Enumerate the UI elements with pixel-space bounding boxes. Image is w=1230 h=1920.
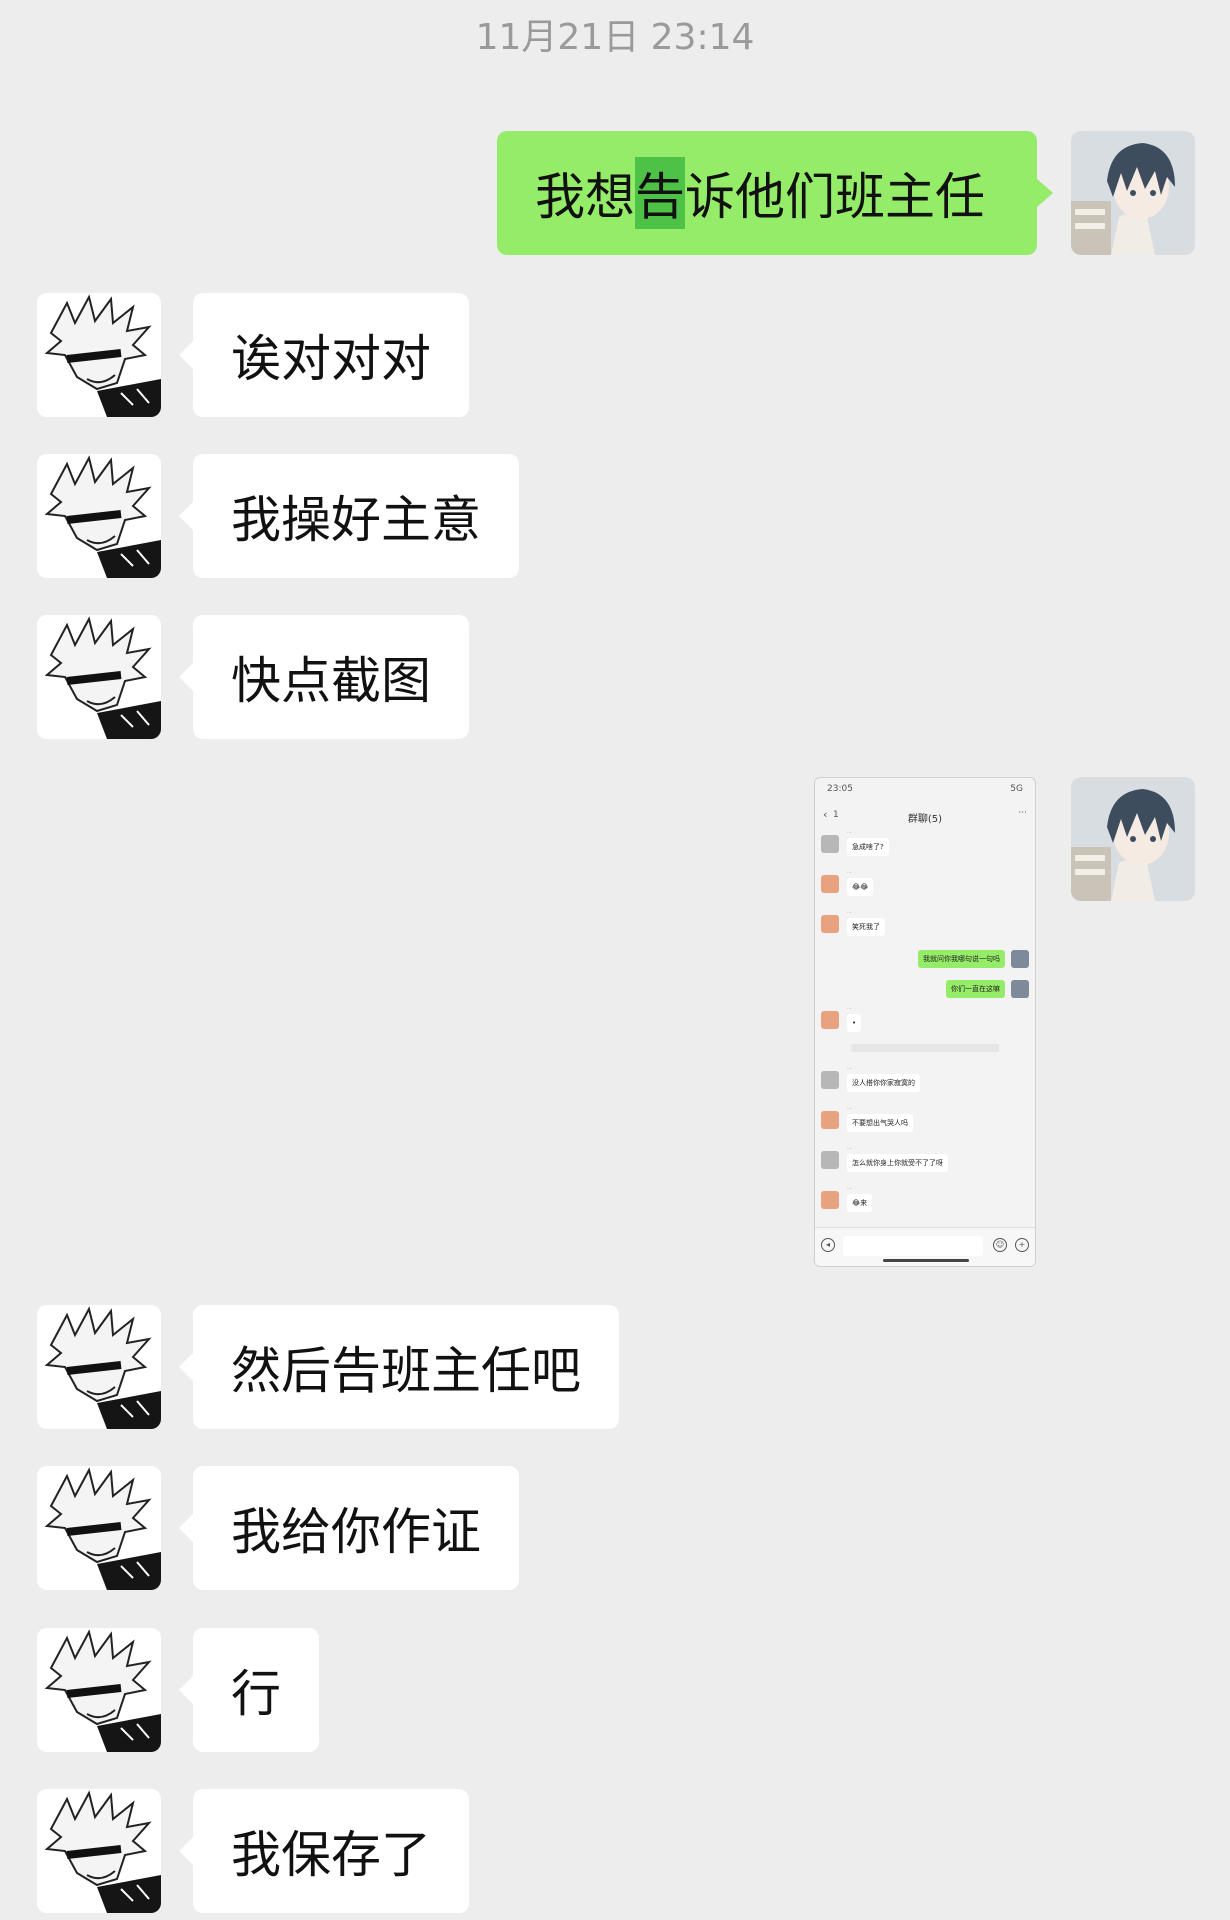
mini-input-box — [843, 1236, 983, 1256]
mini-avatar-icon — [821, 1191, 839, 1209]
chat-timestamp: 11月21日 23:14 — [475, 17, 755, 58]
mini-avatar-icon — [1011, 950, 1029, 968]
group-title: 群聊(5) — [907, 814, 943, 825]
message-bubble-received[interactable]: 快点截图 — [179, 615, 469, 739]
mini-message: 笑死我了 — [847, 918, 885, 936]
more-icon: ··· — [1018, 808, 1027, 818]
mini-message: 不要想出气哭人吗 — [847, 1114, 913, 1132]
mini-system-notice — [851, 1044, 999, 1052]
mini-avatar-icon — [821, 1011, 839, 1029]
message-bubble-received[interactable]: 我保存了 — [179, 1789, 469, 1913]
mini-message: 😂😂 — [847, 878, 874, 896]
mini-avatar-icon — [821, 1151, 839, 1169]
message-bubble-received[interactable]: 诶对对对 — [179, 293, 469, 417]
message-bubble-received[interactable]: 然后告班主任吧 — [179, 1305, 619, 1429]
mini-sender-name: ··· — [847, 1146, 852, 1152]
mini-sender-name: ··· — [847, 1006, 852, 1012]
plus-icon: + — [1015, 1238, 1029, 1252]
mini-sender-name: ··· — [847, 910, 852, 916]
friend-avatar-icon[interactable] — [37, 454, 161, 578]
mini-message: • — [847, 1014, 862, 1032]
friend-avatar-icon[interactable] — [37, 615, 161, 739]
friend-avatar-icon[interactable] — [37, 293, 161, 417]
mini-avatar-icon — [821, 1111, 839, 1129]
mini-message: 我就问你我哪句说一句吗 — [918, 950, 1005, 968]
user-avatar-icon[interactable] — [1071, 131, 1195, 255]
mini-avatar-icon — [821, 915, 839, 933]
message-text-pre: 我想 — [535, 168, 635, 226]
message-text-post: 诉他们班主任 — [685, 168, 985, 226]
emoji-icon: ☺ — [993, 1238, 1007, 1252]
friend-avatar-icon[interactable] — [37, 1305, 161, 1429]
status-signal: 5G — [1010, 784, 1023, 794]
friend-avatar-icon[interactable] — [37, 1628, 161, 1752]
voice-icon: ◂ — [821, 1238, 835, 1252]
message-bubble-received[interactable]: 行 — [179, 1628, 319, 1752]
friend-avatar-icon[interactable] — [37, 1466, 161, 1590]
mini-avatar-icon — [821, 875, 839, 893]
mini-message: 没人搭你你家寂寞的 — [847, 1074, 920, 1092]
mini-avatar-icon — [1011, 980, 1029, 998]
mini-message: 怎么就你身上你就受不了了呀 — [847, 1154, 948, 1172]
mini-input-bar: ◂ ☺ + — [815, 1227, 1035, 1266]
mini-message: 急成啥了? — [847, 838, 889, 856]
mini-sender-name: ··· — [847, 1066, 852, 1072]
mini-avatar-icon — [821, 835, 839, 853]
home-indicator — [883, 1259, 969, 1262]
status-time: 23:05 — [827, 784, 853, 794]
mini-message: 你们一直在这嘛 — [946, 980, 1005, 998]
mini-sender-name: ··· — [847, 1106, 852, 1112]
friend-avatar-icon[interactable] — [37, 1789, 161, 1913]
message-bubble-received[interactable]: 我操好主意 — [179, 454, 519, 578]
message-bubble-sent[interactable]: 我想告诉他们班主任 — [497, 131, 1053, 255]
mini-avatar-icon — [821, 1071, 839, 1089]
selected-text-highlight: 告 — [635, 157, 685, 229]
message-bubble-received[interactable]: 我给你作证 — [179, 1466, 519, 1590]
sent-screenshot-image[interactable]: 23:05 5G ‹ 1 群聊(5) ··· ··· 急成啥了? ··· 😂😂 … — [814, 777, 1036, 1267]
mini-sender-name: ··· — [847, 870, 852, 876]
mini-message: 😂来 — [847, 1194, 873, 1212]
mini-sender-name: ··· — [847, 830, 852, 836]
user-avatar-icon[interactable] — [1071, 777, 1195, 901]
mini-sender-name: ··· — [847, 1186, 852, 1192]
